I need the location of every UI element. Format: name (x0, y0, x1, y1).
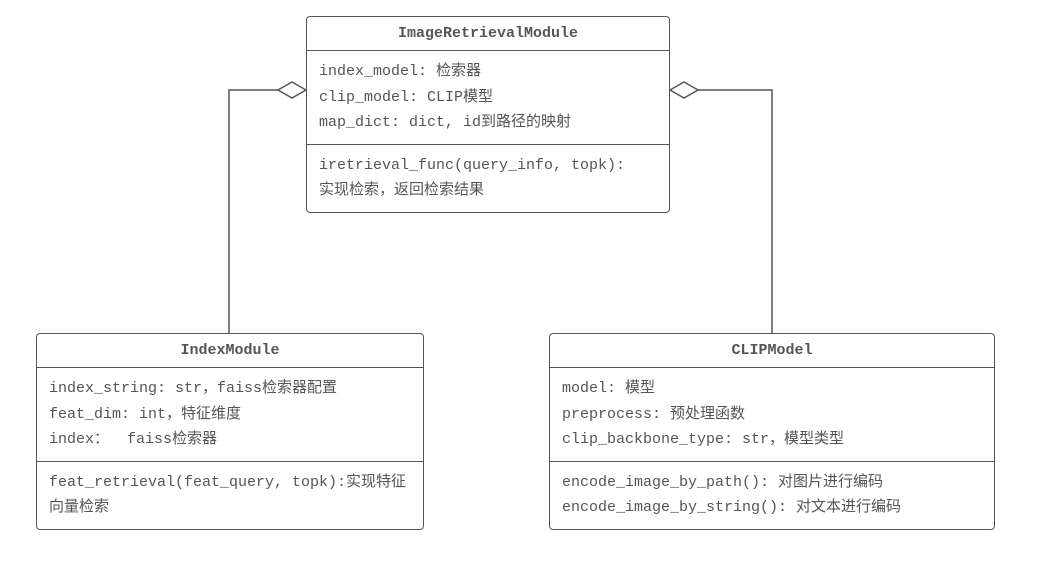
method-row: feat_retrieval(feat_query, topk):实现特征向量检… (49, 470, 411, 521)
method-row: 实现检索，返回检索结果 (319, 178, 657, 204)
class-attributes: index_model: 检索器 clip_model: CLIP模型 map_… (307, 51, 669, 145)
attr-row: clip_model: CLIP模型 (319, 85, 657, 111)
class-methods: encode_image_by_path(): 对图片进行编码 encode_i… (550, 462, 994, 529)
attr-row: preprocess: 预处理函数 (562, 402, 982, 428)
attr-row: index_model: 检索器 (319, 59, 657, 85)
method-row: encode_image_by_path(): 对图片进行编码 (562, 470, 982, 496)
method-row: encode_image_by_string(): 对文本进行编码 (562, 495, 982, 521)
class-attributes: model: 模型 preprocess: 预处理函数 clip_backbon… (550, 368, 994, 462)
attr-row: feat_dim: int，特征维度 (49, 402, 411, 428)
class-title: IndexModule (37, 334, 423, 368)
class-methods: feat_retrieval(feat_query, topk):实现特征向量检… (37, 462, 423, 529)
aggregation-right-icon (670, 82, 772, 333)
method-row: iretrieval_func(query_info, topk): (319, 153, 657, 179)
attr-row: clip_backbone_type: str，模型类型 (562, 427, 982, 453)
class-title: ImageRetrievalModule (307, 17, 669, 51)
attr-row: map_dict: dict, id到路径的映射 (319, 110, 657, 136)
class-title: CLIPModel (550, 334, 994, 368)
aggregation-left-icon (229, 82, 306, 333)
class-attributes: index_string: str，faiss检索器配置 feat_dim: i… (37, 368, 423, 462)
class-methods: iretrieval_func(query_info, topk): 实现检索，… (307, 145, 669, 212)
class-clip-model: CLIPModel model: 模型 preprocess: 预处理函数 cl… (549, 333, 995, 530)
class-image-retrieval-module: ImageRetrievalModule index_model: 检索器 cl… (306, 16, 670, 213)
class-index-module: IndexModule index_string: str，faiss检索器配置… (36, 333, 424, 530)
attr-row: model: 模型 (562, 376, 982, 402)
attr-row: index_string: str，faiss检索器配置 (49, 376, 411, 402)
attr-row: index： faiss检索器 (49, 427, 411, 453)
